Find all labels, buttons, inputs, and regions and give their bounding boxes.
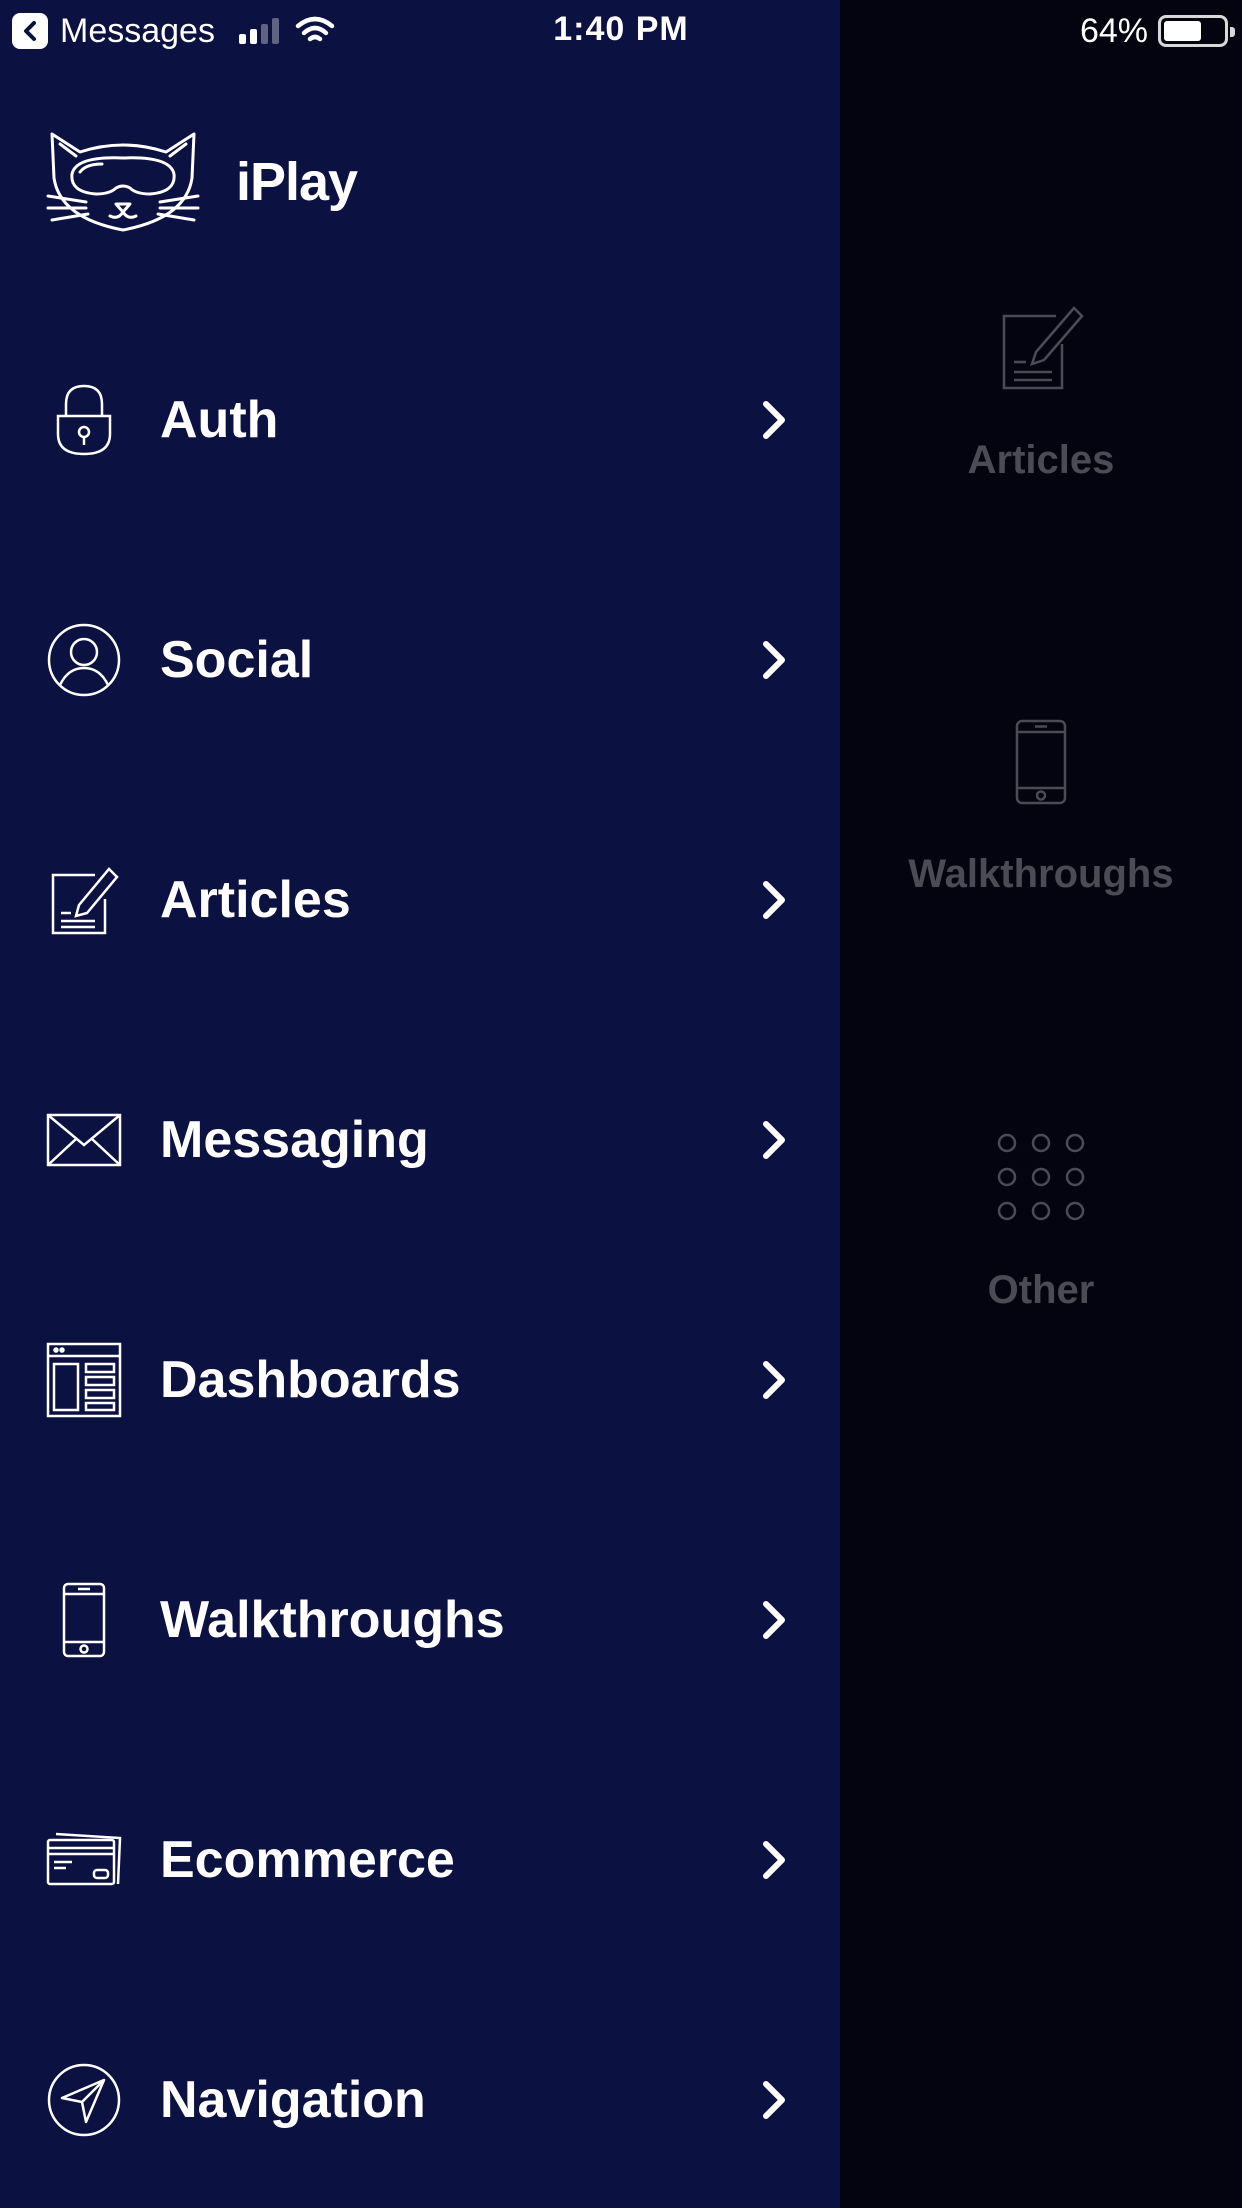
chevron-right-icon — [763, 1361, 785, 1399]
menu-item-walkthroughs[interactable]: Walkthroughs — [0, 1500, 840, 1740]
bg-tile-label: Walkthroughs — [908, 852, 1174, 896]
bg-tile-walkthroughs: Walkthroughs — [840, 718, 1242, 897]
bg-tile-other: Other — [840, 1132, 1242, 1313]
menu-item-dashboards[interactable]: Dashboards — [0, 1260, 840, 1500]
chevron-right-icon — [763, 1601, 785, 1639]
smartphone-icon — [1015, 719, 1067, 805]
chevron-right-icon — [763, 401, 785, 439]
navigation-drawer: iPlay Auth Social Articles Messaging Das… — [0, 0, 840, 2208]
menu-item-label: Articles — [160, 871, 351, 929]
navigation-arrow-icon — [46, 2062, 122, 2138]
menu-item-label: Navigation — [160, 2071, 426, 2129]
bg-tile-label: Other — [987, 1268, 1095, 1312]
menu-item-label: Dashboards — [160, 1351, 461, 1409]
chevron-right-icon — [763, 2081, 785, 2119]
chevron-right-icon — [763, 1841, 785, 1879]
menu-item-label: Messaging — [160, 1111, 429, 1169]
user-circle-icon — [46, 622, 122, 698]
battery-percent: 64% — [1079, 11, 1148, 50]
menu-item-social[interactable]: Social — [0, 540, 840, 780]
envelope-icon — [46, 1102, 122, 1178]
menu-item-label: Ecommerce — [160, 1831, 455, 1889]
chevron-right-icon — [763, 881, 785, 919]
document-pencil-icon — [1002, 306, 1084, 390]
menu-item-navigation[interactable]: Navigation — [0, 1980, 840, 2208]
padlock-icon — [46, 382, 122, 458]
brand-header: iPlay — [46, 130, 358, 234]
menu-item-label: Social — [160, 631, 314, 689]
status-bar: Messages 1:40 PM 64% — [0, 0, 1242, 62]
menu-item-ecommerce[interactable]: Ecommerce — [0, 1740, 840, 1980]
battery-status: 64% — [1079, 10, 1235, 52]
status-time: 1:40 PM — [553, 10, 689, 48]
bg-tile-articles: Articles — [840, 300, 1242, 483]
chevron-right-icon — [763, 1121, 785, 1159]
drawer-menu: Auth Social Articles Messaging Dashboard… — [0, 300, 840, 2208]
credit-card-icon — [46, 1822, 122, 1898]
chevron-right-icon — [763, 641, 785, 679]
menu-item-label: Auth — [160, 391, 279, 449]
menu-item-messaging[interactable]: Messaging — [0, 1020, 840, 1260]
smartphone-icon — [46, 1582, 122, 1658]
cat-mask-logo — [46, 132, 200, 232]
bg-tile-label: Articles — [967, 438, 1115, 482]
battery-icon — [1158, 15, 1235, 47]
grid-dots-icon — [997, 1133, 1085, 1221]
menu-item-auth[interactable]: Auth — [0, 300, 840, 540]
menu-item-articles[interactable]: Articles — [0, 780, 840, 1020]
document-pencil-icon — [46, 862, 122, 938]
dashboard-window-icon — [46, 1342, 122, 1418]
brand-name: iPlay — [236, 152, 358, 212]
menu-item-label: Walkthroughs — [160, 1591, 505, 1649]
